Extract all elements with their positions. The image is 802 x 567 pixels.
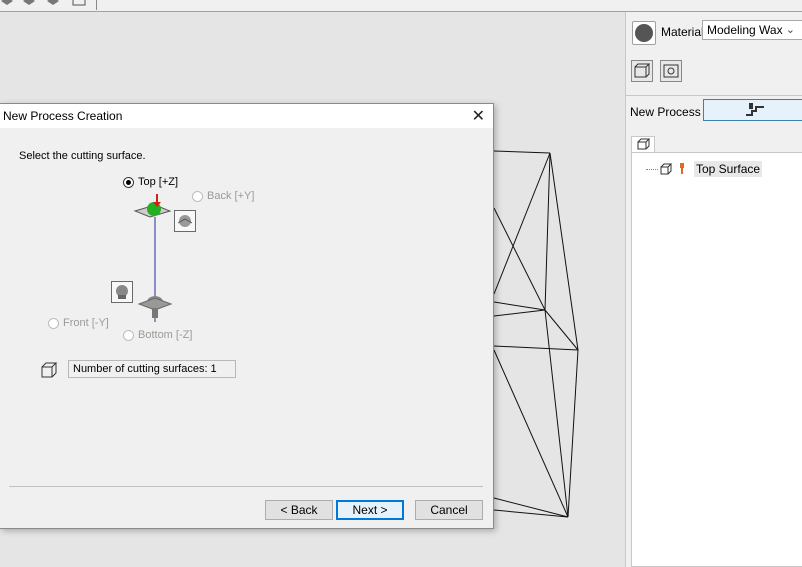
bottom-plane-icon <box>137 296 173 318</box>
chevron-down-icon: ⌄ <box>785 24 795 36</box>
radio-indicator <box>123 329 134 341</box>
stock-box-button[interactable] <box>631 60 653 82</box>
right-panel: Material Modeling Wax ⌄ New Process Top … <box>625 12 802 567</box>
new-process-label: New Process <box>630 105 701 119</box>
process-tree[interactable]: Top Surface <box>631 152 802 567</box>
cutting-tool-icon <box>746 103 764 116</box>
new-process-button[interactable] <box>703 99 802 121</box>
cutting-surface-prompt: Select the cutting surface. <box>19 150 146 162</box>
dialog-separator <box>9 486 483 487</box>
back-view-icon <box>174 210 196 232</box>
tree-item-top-surface[interactable]: Top Surface <box>694 161 763 177</box>
radio-back[interactable]: Back [+Y] <box>192 190 254 202</box>
radio-bottom[interactable]: Bottom [-Z] <box>123 329 192 341</box>
tree-connector <box>646 169 658 170</box>
cutting-tool-icon <box>680 163 684 174</box>
material-icon[interactable] <box>632 21 656 45</box>
dialog-titlebar[interactable]: New Process Creation ✕ <box>0 104 493 128</box>
close-icon[interactable]: ✕ <box>472 106 485 126</box>
workpiece-button[interactable] <box>660 60 682 82</box>
view-icon[interactable] <box>0 0 14 8</box>
material-label: Material <box>661 25 704 39</box>
box-icon <box>41 362 58 378</box>
radio-indicator <box>48 317 59 329</box>
top-toolbar <box>0 0 802 12</box>
material-select[interactable]: Modeling Wax ⌄ <box>702 20 802 40</box>
front-view-icon <box>111 281 133 303</box>
cancel-button[interactable]: Cancel <box>415 500 483 520</box>
material-value: Modeling Wax <box>707 23 783 37</box>
box-icon <box>637 138 651 150</box>
view-icon[interactable] <box>22 0 36 8</box>
new-process-dialog: New Process Creation ✕ Select the cuttin… <box>0 103 494 529</box>
panel-divider <box>626 95 802 96</box>
tree-tab[interactable] <box>631 136 655 153</box>
radio-top-label: Top [+Z] <box>138 176 179 188</box>
radio-top[interactable]: Top [+Z] <box>123 176 178 188</box>
radio-indicator <box>123 176 134 188</box>
next-button[interactable]: Next > <box>336 500 404 520</box>
back-button[interactable]: < Back <box>265 500 333 520</box>
grid-icon[interactable] <box>72 0 86 8</box>
dialog-title: New Process Creation <box>3 109 123 123</box>
box-icon <box>660 163 672 175</box>
cutting-surface-count: Number of cutting surfaces: 1 <box>68 360 236 378</box>
radio-back-label: Back [+Y] <box>207 190 255 202</box>
radio-bottom-label: Bottom [-Z] <box>138 329 193 341</box>
toolbar-separator <box>96 0 97 10</box>
view-icon[interactable] <box>46 0 60 8</box>
